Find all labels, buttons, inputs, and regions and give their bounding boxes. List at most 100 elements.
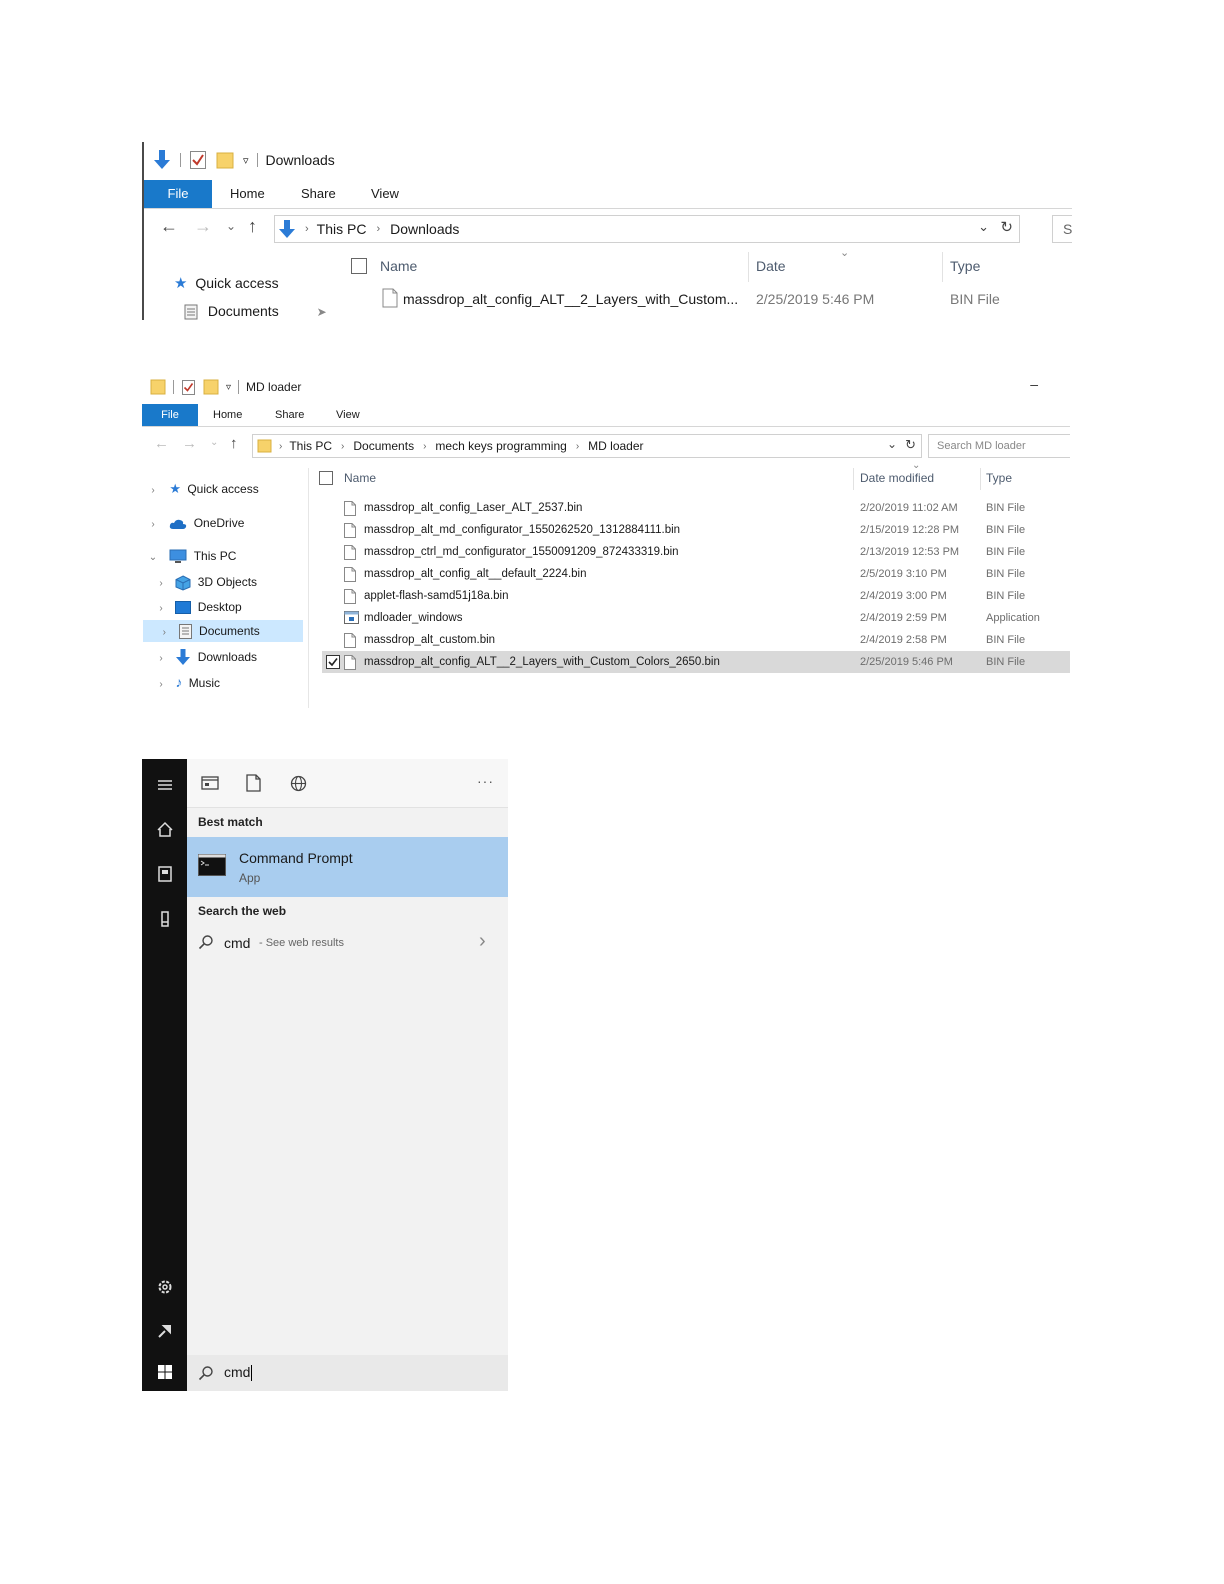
best-match-command-prompt[interactable]: Command Prompt App bbox=[187, 837, 508, 897]
properties-check-icon[interactable] bbox=[181, 379, 196, 396]
up-arrow-icon[interactable]: ↑ bbox=[248, 216, 257, 237]
customize-quick-access-icon[interactable]: ▿ bbox=[243, 154, 249, 167]
nav-item-quick-access[interactable]: › ★ Quick access bbox=[146, 478, 258, 502]
file-date: 2/4/2019 2:59 PM bbox=[860, 612, 947, 624]
new-folder-icon[interactable] bbox=[215, 150, 235, 170]
column-date[interactable]: Date bbox=[756, 258, 786, 274]
tab-share[interactable]: Share bbox=[301, 180, 336, 208]
nav-item-desktop[interactable]: › Desktop bbox=[154, 596, 242, 618]
file-row[interactable]: massdrop_alt_md_configurator_1550262520_… bbox=[322, 519, 1070, 541]
file-row[interactable]: applet-flash-samd51j18a.bin 2/4/2019 3:0… bbox=[322, 585, 1070, 607]
recent-locations-chevron-icon[interactable]: ⌄ bbox=[226, 219, 236, 233]
file-row[interactable]: massdrop_alt_config_Laser_ALT_2537.bin 2… bbox=[322, 497, 1070, 519]
windows-start-icon[interactable] bbox=[155, 1362, 175, 1382]
row-checkbox-checked[interactable] bbox=[326, 655, 340, 669]
nav-item-documents[interactable]: Documents ➤ bbox=[184, 303, 327, 320]
nav-item-this-pc[interactable]: ⌄ This PC bbox=[146, 545, 236, 567]
expand-chevron-icon[interactable]: › bbox=[154, 674, 168, 696]
search-input[interactable]: cmd bbox=[224, 1364, 250, 1380]
address-bar[interactable]: › This PC › Downloads ⌄ ↻ bbox=[274, 215, 1020, 243]
tab-share[interactable]: Share bbox=[275, 404, 304, 426]
file-row[interactable]: mdloader_windows 2/4/2019 2:59 PM Applic… bbox=[322, 607, 1070, 629]
nav-item-onedrive[interactable]: › OneDrive bbox=[146, 512, 244, 534]
forward-arrow-icon[interactable]: → bbox=[182, 435, 197, 452]
search-input[interactable]: S bbox=[1052, 215, 1072, 243]
column-name[interactable]: Name bbox=[344, 471, 376, 485]
notebook-icon[interactable] bbox=[155, 864, 175, 884]
search-input[interactable]: Search MD loader bbox=[928, 434, 1070, 458]
nav-item-3d-objects[interactable]: › 3D Objects bbox=[154, 571, 257, 593]
expand-chevron-icon[interactable]: › bbox=[157, 622, 171, 644]
home-icon[interactable] bbox=[155, 820, 175, 840]
address-dropdown-icon[interactable]: ⌄ bbox=[978, 219, 989, 235]
web-globe-icon[interactable] bbox=[290, 775, 307, 792]
column-date-modified[interactable]: Date modified bbox=[860, 471, 934, 485]
refresh-icon[interactable]: ↻ bbox=[905, 437, 916, 453]
column-name[interactable]: Name bbox=[380, 258, 417, 274]
tab-view[interactable]: View bbox=[371, 180, 399, 208]
expand-chevron-icon[interactable]: › bbox=[154, 648, 168, 670]
back-arrow-icon[interactable]: ← bbox=[154, 435, 169, 452]
collapse-chevron-icon[interactable]: ⌄ bbox=[146, 547, 160, 569]
breadcrumb-md-loader[interactable]: MD loader bbox=[588, 439, 643, 453]
tab-home[interactable]: Home bbox=[213, 404, 242, 426]
expand-chevron-icon[interactable]: › bbox=[146, 480, 160, 502]
hamburger-menu-icon[interactable] bbox=[155, 775, 175, 795]
address-bar[interactable]: › This PC › Documents › mech keys progra… bbox=[252, 434, 922, 458]
device-icon[interactable] bbox=[155, 909, 175, 929]
address-dropdown-icon[interactable]: ⌄ bbox=[887, 437, 897, 451]
customize-quick-access-icon[interactable]: ▿ bbox=[226, 382, 231, 393]
search-box[interactable]: cmd bbox=[187, 1355, 508, 1391]
minimize-button[interactable]: – bbox=[1030, 376, 1038, 392]
column-type[interactable]: Type bbox=[950, 258, 980, 274]
apps-filter-icon[interactable] bbox=[201, 775, 219, 791]
select-all-checkbox[interactable] bbox=[319, 471, 333, 485]
download-arrow-icon[interactable] bbox=[152, 149, 172, 171]
file-type: BIN File bbox=[986, 634, 1026, 646]
more-options-icon[interactable]: ··· bbox=[477, 773, 494, 789]
tab-view[interactable]: View bbox=[336, 404, 360, 426]
tab-file[interactable]: File bbox=[142, 404, 198, 426]
documents-icon bbox=[184, 304, 198, 320]
breadcrumb-this-pc[interactable]: This PC bbox=[317, 221, 367, 237]
forward-arrow-icon[interactable]: → bbox=[194, 216, 212, 237]
chevron-right-icon[interactable]: › bbox=[479, 930, 486, 953]
nav-item-downloads[interactable]: › Downloads bbox=[154, 646, 257, 668]
file-date: 2/25/2019 5:46 PM bbox=[756, 291, 875, 307]
new-folder-icon[interactable] bbox=[203, 378, 219, 396]
feedback-icon[interactable] bbox=[155, 1321, 175, 1341]
expand-chevron-icon[interactable]: › bbox=[154, 598, 168, 620]
nav-item-music[interactable]: › ♪ Music bbox=[154, 671, 220, 693]
back-arrow-icon[interactable]: ← bbox=[160, 216, 178, 237]
nav-item-quick-access[interactable]: ★ Quick access bbox=[174, 274, 279, 292]
select-all-checkbox[interactable] bbox=[351, 258, 367, 274]
documents-filter-icon[interactable] bbox=[246, 774, 261, 792]
file-type: Application bbox=[986, 612, 1040, 624]
file-row[interactable]: massdrop_alt_config_alt__default_2224.bi… bbox=[322, 563, 1070, 585]
pin-icon[interactable]: ➤ bbox=[317, 305, 327, 319]
nav-item-documents[interactable]: › Documents bbox=[143, 620, 303, 642]
file-icon bbox=[344, 655, 356, 670]
file-row[interactable]: massdrop_alt_config_ALT__2_Layers_with_C… bbox=[350, 288, 1070, 312]
column-divider bbox=[980, 468, 981, 490]
column-type[interactable]: Type bbox=[986, 471, 1012, 485]
breadcrumb-documents[interactable]: Documents bbox=[353, 439, 414, 453]
settings-gear-icon[interactable] bbox=[155, 1277, 175, 1297]
expand-chevron-icon[interactable]: › bbox=[146, 514, 160, 536]
expand-chevron-icon[interactable]: › bbox=[154, 573, 168, 595]
breadcrumb-mech-keys-programming[interactable]: mech keys programming bbox=[435, 439, 566, 453]
file-row[interactable]: massdrop_ctrl_md_configurator_1550091209… bbox=[322, 541, 1070, 563]
web-search-result[interactable]: cmd - See web results › bbox=[187, 929, 508, 959]
refresh-icon[interactable]: ↻ bbox=[1000, 218, 1013, 236]
tab-home[interactable]: Home bbox=[230, 180, 265, 208]
file-row-selected[interactable]: massdrop_alt_config_ALT__2_Layers_with_C… bbox=[322, 651, 1070, 673]
file-icon bbox=[344, 501, 356, 516]
breadcrumb-downloads[interactable]: Downloads bbox=[390, 221, 459, 237]
tab-file[interactable]: File bbox=[144, 180, 212, 208]
file-row[interactable]: massdrop_alt_custom.bin 2/4/2019 2:58 PM… bbox=[322, 629, 1070, 651]
properties-check-icon[interactable] bbox=[189, 150, 207, 170]
column-header-row: Name Date modified ⌄ Type bbox=[318, 460, 1070, 490]
up-arrow-icon[interactable]: ↑ bbox=[230, 435, 238, 452]
recent-locations-chevron-icon[interactable]: ⌄ bbox=[210, 437, 218, 448]
breadcrumb-this-pc[interactable]: This PC bbox=[289, 439, 332, 453]
